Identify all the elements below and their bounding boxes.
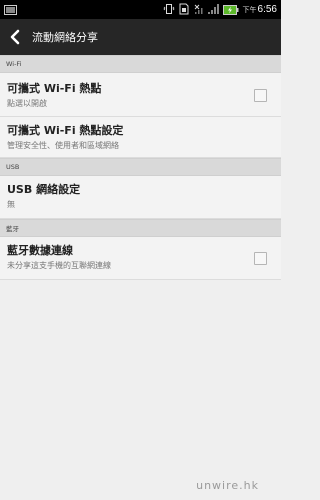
list-item-bluetooth-tethering[interactable]: 藍牙數據連線 未分享這支手機的互聯網連線 [0, 237, 281, 280]
list-item-title: 可攜式 Wi-Fi 熱點設定 [7, 124, 124, 137]
list-item-title: USB 網絡設定 [7, 183, 81, 196]
page-title: 流動網絡分享 [32, 31, 98, 44]
list-item-wifi-hotspot-settings[interactable]: 可攜式 Wi-Fi 熱點設定 管理安全性、使用者和區域網絡 [0, 117, 281, 158]
list-item-usb-network[interactable]: USB 網絡設定 無 [0, 176, 281, 219]
signal-off-icon [193, 0, 203, 19]
status-ampm: 下午 [242, 6, 257, 14]
settings-list: Wi-Fi 可攜式 Wi-Fi 熱點 點選以開啟 可攜式 Wi-Fi 熱點設定 … [0, 55, 281, 280]
section-header-usb: USB [0, 158, 281, 176]
section-header-wifi: Wi-Fi [0, 55, 281, 73]
bluetooth-tethering-checkbox[interactable] [254, 252, 267, 265]
list-item-subtitle: 點選以開啟 [7, 99, 47, 108]
signal-bars-icon [207, 0, 219, 19]
list-item-subtitle: 管理安全性、使用者和區域網絡 [7, 141, 119, 150]
list-item-title: 可攜式 Wi-Fi 熱點 [7, 82, 102, 95]
action-bar: 流動網絡分享 [0, 19, 281, 55]
status-bar: 下午 6:56 [0, 0, 281, 19]
wifi-hotspot-checkbox[interactable] [254, 88, 267, 102]
vibrate-icon [162, 0, 175, 19]
chevron-left-icon[interactable] [9, 28, 23, 46]
battery-charging-icon [222, 0, 239, 19]
sim-icon [179, 0, 189, 19]
list-item-wifi-hotspot[interactable]: 可攜式 Wi-Fi 熱點 點選以開啟 [0, 73, 281, 117]
list-item-title: 藍牙數據連線 [7, 244, 73, 257]
list-item-subtitle: 未分享這支手機的互聯網連線 [7, 261, 111, 270]
watermark: unwire.hk [196, 479, 259, 492]
list-item-subtitle: 無 [7, 200, 15, 209]
status-time: 6:56 [257, 4, 277, 15]
section-header-bluetooth: 藍牙 [0, 219, 281, 237]
gallery-icon [4, 0, 17, 19]
